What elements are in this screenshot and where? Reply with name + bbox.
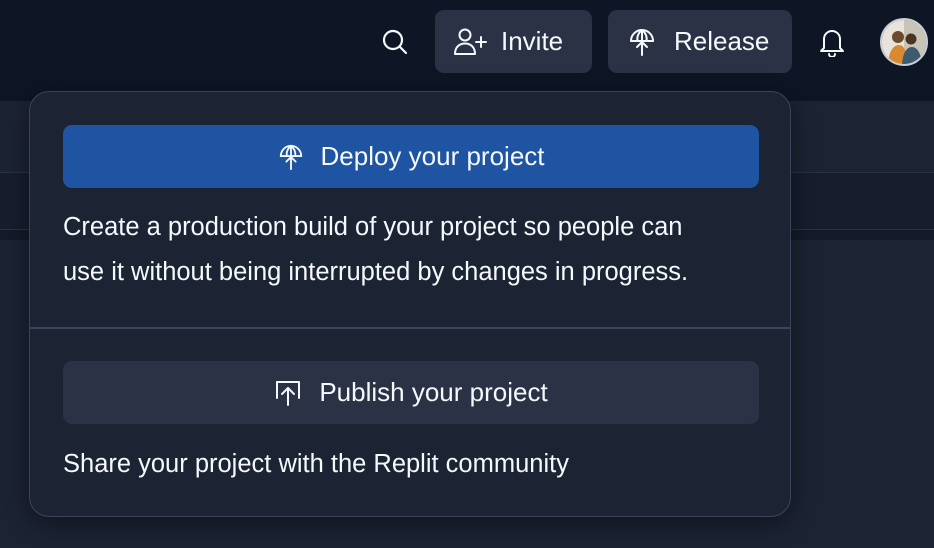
add-user-icon — [453, 27, 487, 57]
deploy-description-line-2: use it without being interrupted by chan… — [63, 258, 689, 286]
deploy-icon — [628, 27, 656, 57]
avatar-image — [882, 20, 926, 64]
search-button[interactable] — [378, 25, 412, 59]
deploy-project-button[interactable]: Deploy your project — [63, 125, 759, 188]
invite-label: Invite — [501, 26, 564, 56]
upload-icon — [274, 379, 302, 407]
menu-divider — [30, 327, 790, 329]
bell-icon — [820, 30, 844, 57]
search-icon — [382, 29, 408, 55]
notifications-button[interactable] — [815, 25, 849, 59]
invite-button[interactable]: Invite — [435, 10, 592, 73]
user-avatar[interactable] — [880, 18, 928, 66]
publish-project-button[interactable]: Publish your project — [63, 361, 759, 424]
deploy-project-label: Deploy your project — [320, 141, 545, 171]
release-label: Release — [674, 26, 770, 56]
deploy-description-line-1: Create a production build of your projec… — [63, 213, 683, 241]
deploy-icon — [278, 142, 304, 172]
publish-project-label: Publish your project — [319, 377, 548, 407]
release-popover: Deploy your project Create a production … — [29, 91, 791, 517]
release-button[interactable]: Release — [608, 10, 792, 73]
publish-description: Share your project with the Replit commu… — [63, 450, 569, 478]
